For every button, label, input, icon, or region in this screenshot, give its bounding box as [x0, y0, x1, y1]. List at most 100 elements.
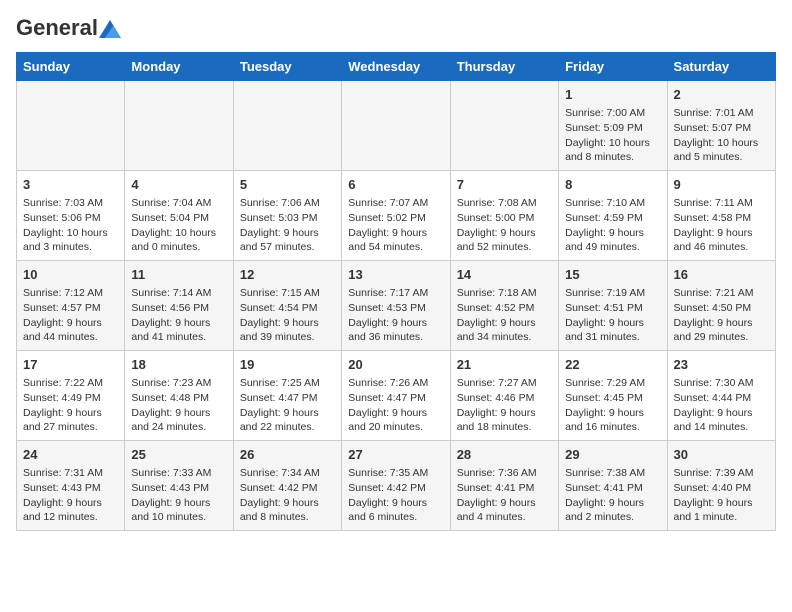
calendar-cell: 23Sunrise: 7:30 AMSunset: 4:44 PMDayligh… [667, 351, 775, 441]
day-info: Daylight: 9 hours and 24 minutes. [131, 406, 226, 435]
day-number: 10 [23, 266, 118, 284]
day-info: Sunrise: 7:26 AM [348, 376, 443, 391]
day-info: Daylight: 9 hours and 1 minute. [674, 496, 769, 525]
calendar-cell: 2Sunrise: 7:01 AMSunset: 5:07 PMDaylight… [667, 81, 775, 171]
calendar-week-row: 1Sunrise: 7:00 AMSunset: 5:09 PMDaylight… [17, 81, 776, 171]
day-info: Sunrise: 7:12 AM [23, 286, 118, 301]
logo: General [16, 16, 123, 40]
calendar-cell [125, 81, 233, 171]
day-info: Sunset: 4:53 PM [348, 301, 443, 316]
day-info: Sunrise: 7:08 AM [457, 196, 552, 211]
day-number: 19 [240, 356, 335, 374]
day-info: Sunset: 4:56 PM [131, 301, 226, 316]
day-info: Sunset: 4:42 PM [240, 481, 335, 496]
day-info: Daylight: 9 hours and 46 minutes. [674, 226, 769, 255]
day-info: Daylight: 9 hours and 54 minutes. [348, 226, 443, 255]
day-number: 30 [674, 446, 769, 464]
day-info: Daylight: 9 hours and 22 minutes. [240, 406, 335, 435]
day-info: Sunset: 4:54 PM [240, 301, 335, 316]
calendar-cell: 25Sunrise: 7:33 AMSunset: 4:43 PMDayligh… [125, 441, 233, 531]
day-info: Sunrise: 7:29 AM [565, 376, 660, 391]
calendar-cell: 10 Sunrise: 7:12 AMSunset: 4:57 PMDayligh… [17, 261, 125, 351]
day-info: Daylight: 9 hours and 14 minutes. [674, 406, 769, 435]
day-info: Sunrise: 7:23 AM [131, 376, 226, 391]
calendar-cell: 26Sunrise: 7:34 AMSunset: 4:42 PMDayligh… [233, 441, 341, 531]
day-info: Sunset: 4:57 PM [23, 301, 118, 316]
calendar-cell: 9Sunrise: 7:11 AMSunset: 4:58 PMDaylight… [667, 171, 775, 261]
day-info: Daylight: 10 hours and 0 minutes. [131, 226, 226, 255]
day-info: Daylight: 9 hours and 44 minutes. [23, 316, 118, 345]
day-info: Daylight: 9 hours and 39 minutes. [240, 316, 335, 345]
page-header: General [16, 16, 776, 40]
day-info: Sunrise: 7:00 AM [565, 106, 660, 121]
day-info: Daylight: 10 hours and 5 minutes. [674, 136, 769, 165]
calendar-week-row: 10Sunrise: 7:12 AMSunset: 4:57 PMDayligh… [17, 261, 776, 351]
day-info: Sunset: 4:52 PM [457, 301, 552, 316]
day-number: 20 [348, 356, 443, 374]
day-number: 16 [674, 266, 769, 284]
day-info: Sunset: 4:42 PM [348, 481, 443, 496]
day-info: Daylight: 9 hours and 16 minutes. [565, 406, 660, 435]
day-info: Sunrise: 7:19 AM [565, 286, 660, 301]
calendar-cell: 18Sunrise: 7:23 AMSunset: 4:48 PMDayligh… [125, 351, 233, 441]
day-info: Daylight: 9 hours and 49 minutes. [565, 226, 660, 255]
day-info: Sunset: 4:43 PM [131, 481, 226, 496]
day-info: Sunrise: 7:03 AM [23, 196, 118, 211]
day-info: Sunrise: 7:07 AM [348, 196, 443, 211]
day-number: 13 [348, 266, 443, 284]
calendar-cell: 30Sunrise: 7:39 AMSunset: 4:40 PMDayligh… [667, 441, 775, 531]
calendar-header-row: SundayMondayTuesdayWednesdayThursdayFrid… [17, 53, 776, 81]
calendar-cell: 21Sunrise: 7:27 AMSunset: 4:46 PMDayligh… [450, 351, 558, 441]
calendar-cell: 13Sunrise: 7:17 AMSunset: 4:53 PMDayligh… [342, 261, 450, 351]
day-info: Sunset: 5:07 PM [674, 121, 769, 136]
day-number: 28 [457, 446, 552, 464]
day-info: Sunrise: 7:06 AM [240, 196, 335, 211]
calendar-cell: 4Sunrise: 7:04 AMSunset: 5:04 PMDaylight… [125, 171, 233, 261]
calendar-cell: 14 Sunrise: 7:18 AMSunset: 4:52 PMDayligh… [450, 261, 558, 351]
day-info: Sunset: 4:44 PM [674, 391, 769, 406]
day-info: Sunset: 4:47 PM [348, 391, 443, 406]
day-number: 22 [565, 356, 660, 374]
calendar-cell [450, 81, 558, 171]
day-info: Sunrise: 7:11 AM [674, 196, 769, 211]
day-info: Sunset: 5:06 PM [23, 211, 118, 226]
header-thursday: Thursday [450, 53, 558, 81]
day-info: Sunset: 4:49 PM [23, 391, 118, 406]
day-info: Daylight: 9 hours and 18 minutes. [457, 406, 552, 435]
calendar-cell: 7Sunrise: 7:08 AMSunset: 5:00 PMDaylight… [450, 171, 558, 261]
day-info: Sunset: 4:58 PM [674, 211, 769, 226]
day-info: Daylight: 10 hours and 8 minutes. [565, 136, 660, 165]
day-info: Sunrise: 7:01 AM [674, 106, 769, 121]
day-info: Daylight: 9 hours and 20 minutes. [348, 406, 443, 435]
day-info: Daylight: 9 hours and 4 minutes. [457, 496, 552, 525]
calendar-cell: 16Sunrise: 7:21 AMSunset: 4:50 PMDayligh… [667, 261, 775, 351]
day-info: Sunrise: 7:31 AM [23, 466, 118, 481]
calendar-cell: 27Sunrise: 7:35 AMSunset: 4:42 PMDayligh… [342, 441, 450, 531]
day-info: Sunset: 5:09 PM [565, 121, 660, 136]
day-info: Sunrise: 7:21 AM [674, 286, 769, 301]
day-number: 17 [23, 356, 118, 374]
day-info: Sunrise: 7:18 AM [457, 286, 552, 301]
day-number: 7 [457, 176, 552, 194]
day-info: Daylight: 9 hours and 12 minutes. [23, 496, 118, 525]
day-number: 5 [240, 176, 335, 194]
calendar-cell [233, 81, 341, 171]
header-wednesday: Wednesday [342, 53, 450, 81]
day-info: Daylight: 9 hours and 52 minutes. [457, 226, 552, 255]
day-info: Daylight: 9 hours and 34 minutes. [457, 316, 552, 345]
day-info: Daylight: 9 hours and 6 minutes. [348, 496, 443, 525]
day-number: 26 [240, 446, 335, 464]
day-number: 14 [457, 266, 552, 284]
calendar-cell: 6Sunrise: 7:07 AMSunset: 5:02 PMDaylight… [342, 171, 450, 261]
day-info: Sunrise: 7:36 AM [457, 466, 552, 481]
calendar-cell [342, 81, 450, 171]
day-number: 23 [674, 356, 769, 374]
day-info: Sunset: 4:40 PM [674, 481, 769, 496]
day-info: Daylight: 9 hours and 41 minutes. [131, 316, 226, 345]
calendar-week-row: 24Sunrise: 7:31 AMSunset: 4:43 PMDayligh… [17, 441, 776, 531]
logo-text: General [16, 16, 121, 40]
day-info: Daylight: 10 hours and 3 minutes. [23, 226, 118, 255]
day-info: Sunset: 4:41 PM [565, 481, 660, 496]
header-monday: Monday [125, 53, 233, 81]
day-info: Sunset: 4:47 PM [240, 391, 335, 406]
